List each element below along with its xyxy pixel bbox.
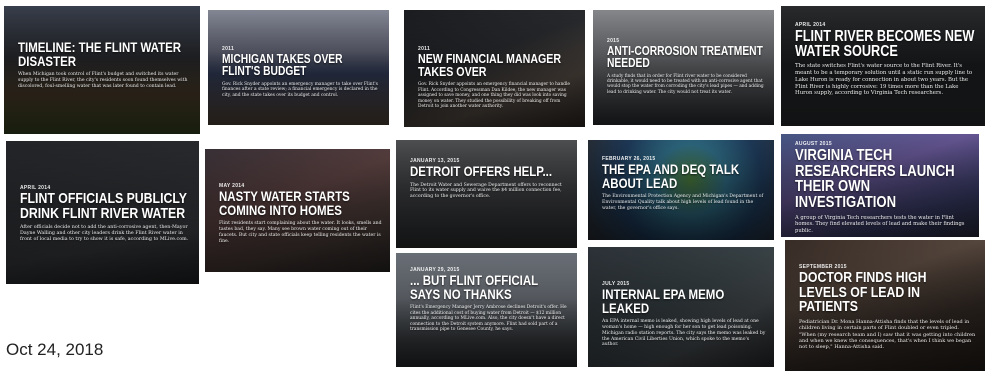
timeline-card[interactable]: 2011 New financial manager takes over Go…	[404, 10, 585, 127]
card-description: Flint residents start complaining about …	[219, 221, 382, 244]
timeline-card[interactable]: January 29, 2015 ... But Flint official …	[396, 253, 577, 367]
card-title: Nasty water starts coming into homes	[219, 188, 350, 218]
timeline-card[interactable]: April 2014 Flint officials publicly drin…	[6, 141, 199, 284]
card-title: Doctor finds high levels of lead in pati…	[799, 269, 927, 316]
timeline-card[interactable]: January 13, 2015 Detroit offers help... …	[396, 140, 577, 248]
card-description: The Detroit Water and Sewerage Departmen…	[410, 182, 562, 200]
card-description: When Michigan took control of Flint's bu…	[18, 72, 188, 89]
card-description: The state switches Flint's water source …	[795, 63, 973, 97]
card-title: Timeline: The Flint Water Disaster	[18, 39, 182, 69]
card-description: A study finds that in order for Flint ri…	[607, 73, 764, 95]
card-description: An EPA internal memo is leaked, showing …	[602, 319, 766, 348]
card-title: Detroit offers help...	[410, 163, 553, 179]
card-title: Flint River becomes new water source	[795, 28, 975, 61]
timeline-card[interactable]: September 2015 Doctor finds high levels …	[785, 240, 985, 371]
card-title: Virginia Tech researchers launch their o…	[795, 147, 955, 212]
card-description: A group of Virginia Tech researchers tes…	[795, 214, 965, 234]
card-title: ... But Flint official says no thanks	[410, 272, 538, 302]
card-title: New financial manager takes over	[418, 51, 562, 79]
timeline-card[interactable]: 2011 Michigan takes over Flint's budget …	[208, 10, 389, 125]
card-description: Flint's Emergency Manager Jerry Ambrose …	[410, 305, 567, 333]
timeline-card[interactable]: Timeline: The Flint Water Disaster When …	[4, 6, 200, 134]
card-title: Flint officials publicly drink Flint Riv…	[20, 190, 187, 222]
card-description: After officials decide not to add the an…	[20, 225, 189, 243]
card-description: Gov. Rick Snyder appoints an emergency f…	[418, 82, 570, 109]
card-description: Gov. Rick Snyder appoints an emergency m…	[222, 81, 378, 98]
timeline-card[interactable]: July 2015 Internal EPA memo leaked An EP…	[588, 247, 774, 367]
publish-date: Oct 24, 2018	[6, 340, 104, 359]
card-description: The Environmental Protection Agency and …	[602, 194, 764, 211]
card-title: The EPA and DEQ talk about lead	[602, 161, 740, 191]
card-title: Anti-corrosion treatment needed	[607, 44, 763, 71]
timeline-card[interactable]: April 2014 Flint River becomes new water…	[781, 6, 985, 126]
card-title: Internal EPA memo leaked	[602, 286, 725, 316]
timeline-card[interactable]: August 2015 Virginia Tech researchers la…	[781, 134, 979, 237]
timeline-card[interactable]: May 2014 Nasty water starts coming into …	[205, 149, 390, 272]
timeline-card[interactable]: February 26, 2015 The EPA and DEQ talk a…	[588, 140, 774, 240]
card-description: Pediatrician Dr. Mona Hanna-Attisha find…	[799, 319, 976, 351]
card-title: Michigan takes over Flint's budget	[222, 52, 343, 79]
timeline-card[interactable]: 2015 Anti-corrosion treatment needed A s…	[593, 10, 774, 125]
